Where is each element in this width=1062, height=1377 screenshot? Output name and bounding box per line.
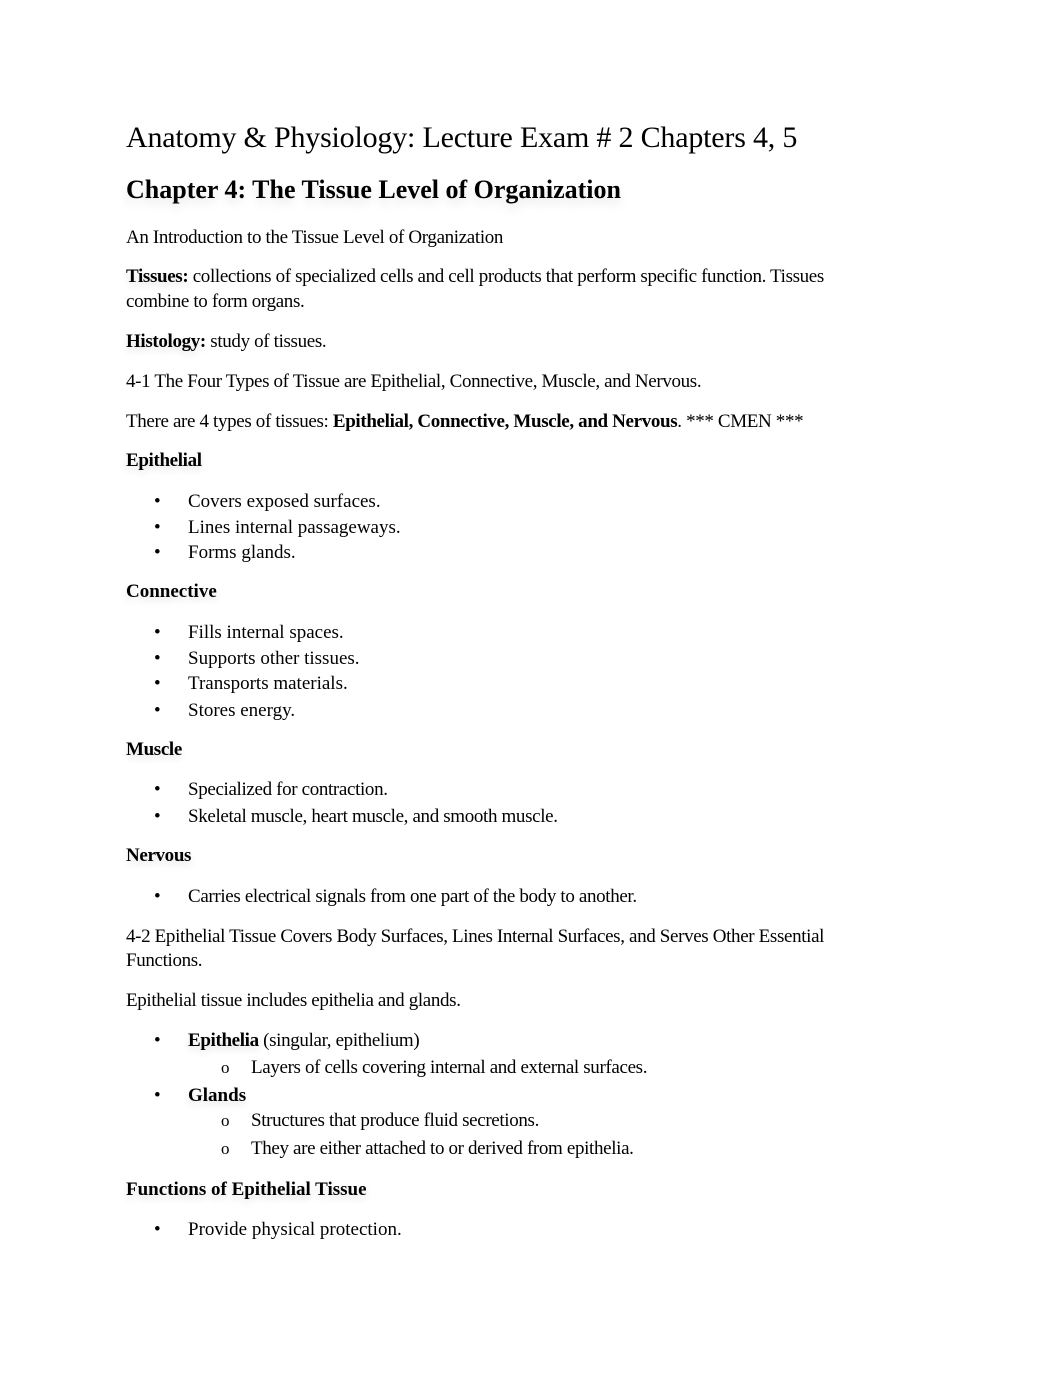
tissues-term: Tissues: [126, 266, 189, 287]
section-4-2-heading: 4-2 Epithelial Tissue Covers Body Surfac… [126, 926, 825, 947]
circle-bullet-icon: o [221, 1111, 230, 1130]
circle-bullet-icon: o [221, 1058, 230, 1077]
section-4-2-heading-cont: Functions. [126, 950, 203, 971]
tissues-definition-text: collections of specialized cells and cel… [188, 266, 825, 287]
tissue-types-list: Epithelial, Connective, Muscle, and Nerv… [332, 411, 678, 432]
bullet-icon: • [154, 491, 161, 512]
epithelia-term: Epithelia [188, 1030, 259, 1051]
connective-heading: Connective [126, 581, 217, 602]
glands-term: Glands [188, 1085, 247, 1106]
bullet-icon: • [154, 1085, 161, 1106]
histology-definition: Histology: study of tissues. [126, 330, 327, 354]
bullet-icon: • [154, 806, 161, 827]
document-title: Anatomy & Physiology: Lecture Exam # 2 C… [126, 121, 798, 154]
epithelia-note: (singular, epithelium) [258, 1030, 420, 1051]
section-4-1-heading: 4-1 The Four Types of Tissue are Epithel… [126, 371, 702, 392]
circle-bullet-icon: o [221, 1139, 230, 1158]
bullet-icon: • [154, 542, 161, 563]
intro-paragraph: An Introduction to the Tissue Level of O… [126, 227, 504, 248]
bullet-icon: • [154, 1030, 161, 1051]
tissues-definition: Tissues: collections of specialized cell… [126, 265, 824, 289]
tissue-types-prefix: There are 4 types of tissues: [126, 411, 333, 432]
muscle-heading: Muscle [126, 739, 182, 760]
epithelial-includes-paragraph: Epithelial tissue includes epithelia and… [126, 990, 461, 1011]
bullet-icon: • [154, 779, 161, 800]
bullet-icon: • [154, 517, 161, 538]
functions-heading: Functions of Epithelial Tissue [126, 1179, 367, 1200]
tissues-definition-cont: combine to form organs. [126, 291, 305, 312]
bullet-icon: • [154, 700, 161, 721]
chapter-heading: Chapter 4: The Tissue Level of Organizat… [126, 175, 621, 204]
tissue-types-paragraph: There are 4 types of tissues: Epithelial… [126, 410, 804, 434]
epithelial-heading: Epithelial [126, 450, 202, 471]
bullet-icon: • [154, 886, 161, 907]
nervous-heading: Nervous [126, 845, 192, 866]
bullet-icon: • [154, 673, 161, 694]
bullet-icon: • [154, 648, 161, 669]
bullet-icon: • [154, 622, 161, 643]
histology-term: Histology: [126, 331, 206, 352]
histology-definition-text: study of tissues. [205, 331, 327, 352]
bullet-icon: • [154, 1219, 161, 1240]
tissue-types-mnemonic: . *** CMEN *** [677, 411, 804, 432]
